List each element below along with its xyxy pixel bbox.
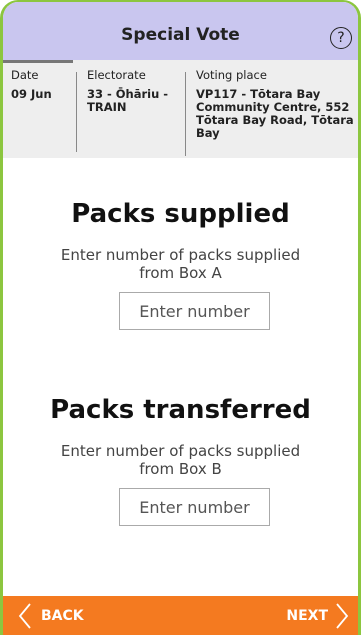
footer-nav: BACK NEXT [3,596,358,635]
packs-supplied-title: Packs supplied [71,199,290,229]
voting-place-line: Tōtara Bay Road, Tōtara [196,113,354,127]
back-button[interactable]: BACK [17,596,84,635]
packs-transferred-input[interactable] [119,488,270,526]
voting-place-column: Voting place VP117 - Tōtara Bay Communit… [196,68,356,140]
date-label: Date [11,68,39,82]
help-icon[interactable]: ? [330,27,352,49]
header-bar: Special Vote ? [3,2,358,60]
voting-place-label: Voting place [196,68,267,82]
chevron-left-icon [18,602,31,629]
back-label: BACK [41,607,84,624]
date-indicator-bar [3,60,73,63]
next-label: NEXT [286,607,328,624]
packs-supplied-desc-line1: Enter number of packs supplied [60,246,301,264]
chevron-right-icon [336,602,349,629]
date-value: 09 Jun [11,87,52,101]
packs-supplied-desc-line2: from Box A [139,264,222,282]
electorate-value-line2: TRAIN [87,100,127,114]
voting-place-line: Bay [196,126,220,140]
app-frame: Special Vote ? Date 09 Jun Electorate 33… [0,0,361,635]
vote-info-panel: Date 09 Jun Electorate 33 - Ōhāriu - TRA… [3,60,358,158]
next-button[interactable]: NEXT [286,596,350,635]
packs-supplied-input[interactable] [119,292,270,330]
electorate-label: Electorate [87,68,146,82]
packs-transferred-desc-line2: from Box B [139,460,222,478]
packs-transferred-title: Packs transferred [50,395,311,425]
electorate-column: Electorate 33 - Ōhāriu - TRAIN [77,68,175,114]
date-column: Date 09 Jun [11,68,67,101]
divider [185,72,186,156]
packs-transferred-desc-line1: Enter number of packs supplied [60,442,301,460]
page-title: Special Vote [121,25,240,45]
